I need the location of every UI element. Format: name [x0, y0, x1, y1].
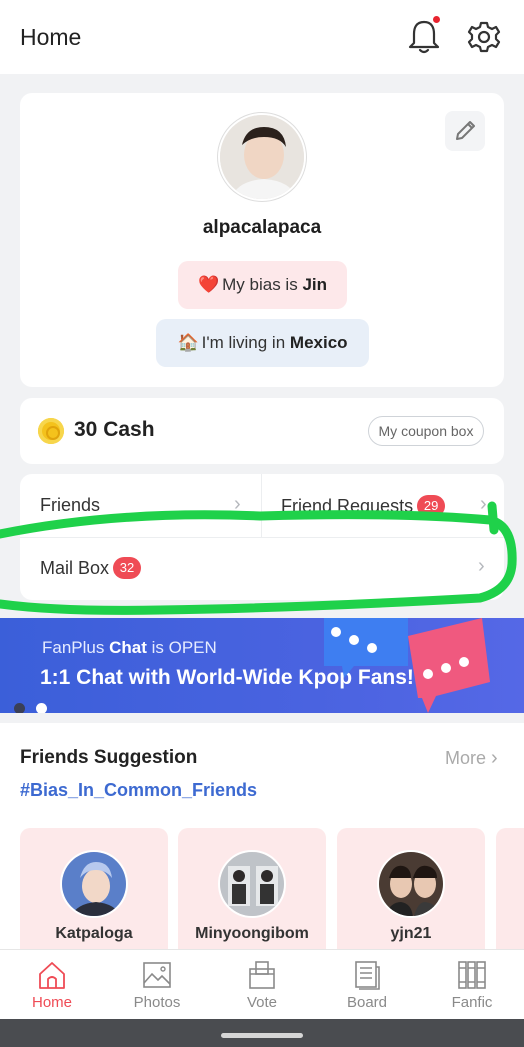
tab-label: Photos	[133, 994, 181, 1011]
edit-profile-button[interactable]	[445, 111, 485, 151]
vote-icon	[249, 961, 275, 989]
heart-icon: ❤️	[197, 275, 220, 294]
living-value: Mexico	[289, 333, 348, 352]
mail-box-badge: 32	[113, 557, 142, 579]
menu-card: Friends › Friend Requests 29 › Mail Box 32…	[20, 474, 504, 600]
tab-label: Board	[346, 994, 388, 1011]
house-icon: 🏠	[177, 333, 199, 352]
fanfic-icon	[458, 961, 486, 989]
cash-balance: 30 Cash	[74, 418, 155, 441]
username: alpacalapaca	[202, 217, 322, 238]
app-header: Home	[0, 0, 524, 74]
bias-prefix: My bias is	[222, 275, 298, 294]
banner-pagination	[14, 701, 58, 713]
home-icon	[39, 962, 65, 989]
section-heading: Friends Suggestion	[20, 747, 198, 768]
friend-name: yjn21	[390, 925, 432, 942]
chat-bubbles-icon	[324, 618, 490, 713]
menu-divider	[261, 474, 262, 537]
coin-icon	[38, 418, 64, 444]
bias-value: Jin	[302, 275, 328, 294]
living-chip[interactable]: 🏠 I'm living in Mexico	[156, 319, 369, 367]
bottom-nav: Home Photos Vote Board Fanfic	[0, 949, 524, 1019]
more-label: More	[445, 748, 487, 768]
friend-suggestion-card[interactable]: Minyoongibom	[178, 828, 326, 950]
bias-chip[interactable]: ❤️ My bias is Jin	[178, 261, 347, 309]
friends-link[interactable]: Friends	[40, 495, 100, 516]
menu-divider	[20, 537, 504, 538]
tab-label: Fanfic	[451, 994, 493, 1011]
chevron-right-icon: ›	[480, 493, 487, 515]
mail-box-link[interactable]: Mail Box 32	[40, 557, 142, 579]
tab-board[interactable]: Board	[315, 950, 419, 1020]
gear-icon	[467, 21, 501, 53]
chevron-right-icon: ›	[234, 493, 241, 515]
tab-vote[interactable]: Vote	[210, 950, 314, 1020]
friend-requests-label: Friend Requests	[281, 496, 414, 516]
friend-avatar	[60, 850, 128, 918]
friend-avatar	[377, 850, 445, 918]
friend-suggestion-card[interactable]: yjn21	[337, 828, 485, 950]
cash-card: 30 Cash My coupon box	[20, 398, 504, 464]
living-prefix: I'm living in	[201, 333, 286, 352]
friend-name: Minyoongibom	[195, 925, 309, 942]
more-link[interactable]: More ›	[445, 747, 498, 770]
tab-label: Home	[31, 994, 72, 1011]
board-icon	[355, 961, 380, 990]
friends-label: Friends	[40, 495, 101, 515]
banner-chat-word: Chat	[109, 638, 147, 657]
friend-requests-link[interactable]: Friend Requests 29	[281, 495, 446, 517]
system-nav-bar	[0, 1019, 524, 1047]
notification-dot	[433, 16, 440, 23]
banner-line1: FanPlus Chat is OPEN	[42, 638, 217, 658]
page-title: Home	[20, 24, 82, 50]
tab-home[interactable]: Home	[0, 950, 104, 1020]
mail-box-label: Mail Box	[40, 558, 110, 578]
settings-button[interactable]	[465, 16, 503, 58]
friend-avatar	[218, 850, 286, 918]
photos-icon	[143, 962, 171, 988]
chevron-right-icon: ›	[491, 747, 498, 769]
pagination-dot[interactable]	[14, 703, 25, 713]
chat-promo-banner[interactable]: FanPlus Chat is OPEN 1:1 Chat with World…	[0, 618, 524, 713]
tab-fanfic[interactable]: Fanfic	[420, 950, 524, 1020]
banner-open-text: is OPEN	[151, 638, 217, 657]
friends-suggestion-section: Friends Suggestion More › #Bias_In_Commo…	[0, 723, 524, 950]
notifications-button[interactable]	[405, 16, 443, 58]
home-gesture-handle[interactable]	[221, 1033, 303, 1038]
hashtag-label: #Bias_In_Common_Friends	[20, 780, 258, 800]
friend-requests-badge: 29	[417, 495, 446, 517]
friend-suggestion-card[interactable]	[496, 828, 524, 950]
friend-name: Katpaloga	[55, 925, 133, 942]
profile-avatar[interactable]	[218, 113, 306, 201]
coupon-box-button[interactable]: My coupon box	[368, 416, 484, 446]
profile-card: alpacalapaca ❤️ My bias is Jin 🏠 I'm livin…	[20, 93, 504, 387]
tab-label: Vote	[246, 994, 278, 1011]
pagination-dot-active[interactable]	[36, 703, 47, 713]
tab-photos[interactable]: Photos	[105, 950, 209, 1020]
chevron-right-icon: ›	[478, 555, 485, 577]
pencil-icon	[456, 121, 475, 140]
friend-suggestion-card[interactable]: Katpaloga	[20, 828, 168, 950]
banner-brand: FanPlus	[42, 638, 105, 657]
